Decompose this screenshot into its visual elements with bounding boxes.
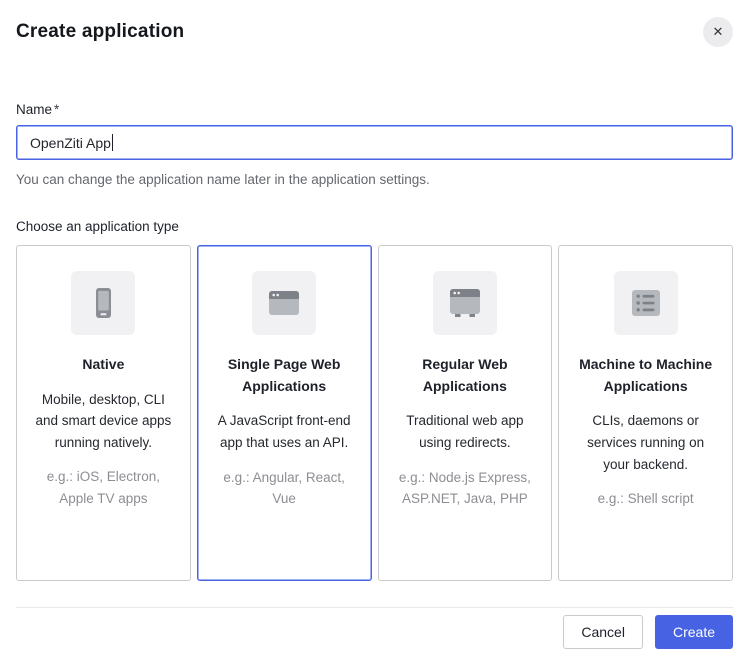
application-type-cards: Native Mobile, desktop, CLI and smart de… — [16, 245, 733, 581]
application-type-label: Choose an application type — [16, 219, 733, 234]
card-example: e.g.: Node.js Express, ASP.NET, Java, PH… — [392, 467, 539, 510]
cancel-button[interactable]: Cancel — [563, 615, 643, 649]
modal-header: Create application ✕ — [16, 0, 733, 47]
required-asterisk: * — [54, 102, 59, 117]
card-single-page-web-applications[interactable]: Single Page Web Applications A JavaScrip… — [197, 245, 372, 581]
name-field-label: Name* — [16, 102, 733, 117]
close-icon: ✕ — [713, 24, 724, 40]
card-example: e.g.: Angular, React, Vue — [211, 467, 358, 510]
application-name-input[interactable]: OpenZiti App — [16, 125, 733, 160]
card-title: Regular Web Applications — [392, 354, 539, 397]
card-description: A JavaScript front-end app that uses an … — [211, 410, 358, 453]
browser-window-icon — [252, 271, 316, 335]
card-example: e.g.: Shell script — [572, 488, 719, 510]
create-button[interactable]: Create — [655, 615, 733, 649]
close-button[interactable]: ✕ — [703, 17, 733, 47]
text-caret — [112, 134, 113, 151]
card-machine-to-machine-applications[interactable]: Machine to Machine Applications CLIs, da… — [558, 245, 733, 581]
name-label-text: Name — [16, 102, 52, 117]
card-title: Machine to Machine Applications — [572, 354, 719, 397]
card-title: Native — [30, 354, 177, 376]
card-description: Mobile, desktop, CLI and smart device ap… — [30, 389, 177, 454]
name-helper-text: You can change the application name late… — [16, 172, 733, 187]
modal-title: Create application — [16, 21, 184, 43]
card-description: Traditional web app using redirects. — [392, 410, 539, 453]
modal-footer: Cancel Create — [16, 607, 733, 649]
create-application-modal: Create application ✕ Name* OpenZiti App … — [0, 0, 749, 649]
card-example: e.g.: iOS, Electron, Apple TV apps — [30, 466, 177, 509]
mobile-icon — [71, 271, 135, 335]
card-regular-web-applications[interactable]: Regular Web Applications Traditional web… — [378, 245, 553, 581]
card-description: CLIs, daemons or services running on you… — [572, 410, 719, 475]
card-title: Single Page Web Applications — [211, 354, 358, 397]
application-name-value: OpenZiti App — [30, 135, 111, 151]
machine-list-icon — [614, 271, 678, 335]
card-native[interactable]: Native Mobile, desktop, CLI and smart de… — [16, 245, 191, 581]
web-server-icon — [433, 271, 497, 335]
